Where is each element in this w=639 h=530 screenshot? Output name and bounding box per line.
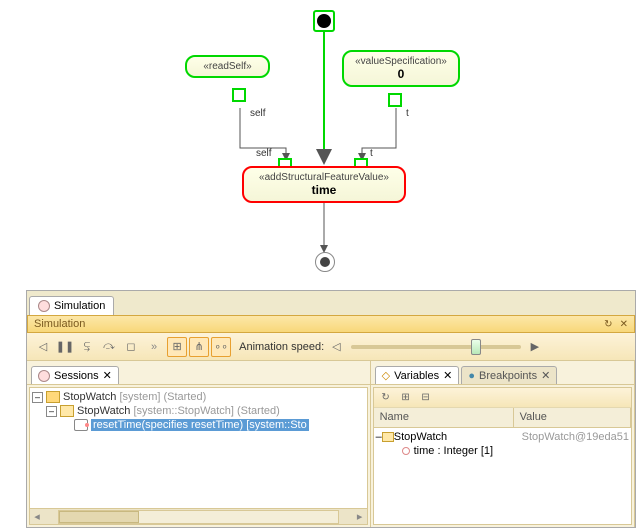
tree-row[interactable]: resetTime(specifies resetTime) [system::… [32,418,365,432]
node-name: StopWatch [77,405,130,417]
stereotype-label: «valueSpecification» [352,56,450,67]
step-over-button[interactable]: ⤼ [99,337,119,357]
anim-speed-label: Animation speed: [239,341,324,353]
sync-icon[interactable]: ↻ [604,319,612,330]
output-pin-self[interactable] [232,88,246,102]
sessions-tree[interactable]: – StopWatch [system] (Started) – StopWat… [30,388,367,508]
collapse-button[interactable]: ⊟ [418,390,434,406]
mode-a-button[interactable]: ⊞ [167,337,187,357]
tab-label: Breakpoints [479,370,537,382]
block-icon [382,432,394,442]
pin-label: t [406,108,409,119]
expand-button[interactable]: ⊞ [398,390,414,406]
node-name: StopWatch [63,391,116,403]
var-row[interactable]: – StopWatch StopWatch@19eda51 [376,430,629,444]
block-icon [60,405,74,417]
action-name: 0 [352,67,450,81]
tree-row[interactable]: – StopWatch [system::StopWatch] (Started… [32,404,365,418]
pin-label: self [256,148,272,159]
property-icon [402,447,410,455]
sessions-pane: Sessions ✕ – StopWatch [system] (Started… [27,361,371,527]
mode-b-button[interactable]: ⋔ [189,337,209,357]
simulation-toolbar: ◁ ❚❚ ⥹ ⤼ ◻ » ⊞ ⋔ ∘∘ Animation speed: ◁ ▶ [27,333,635,361]
action-valuespec[interactable]: «valueSpecification» 0 [342,50,460,87]
close-icon[interactable]: ✕ [103,369,112,382]
panel-body: Sessions ✕ – StopWatch [system] (Started… [27,361,635,527]
tree-row[interactable]: – StopWatch [system] (Started) [32,390,365,404]
output-pin-t[interactable] [388,93,402,107]
animation-speed-slider[interactable] [351,345,521,349]
refresh-button[interactable]: ↻ [378,390,394,406]
var-row[interactable]: time : Integer [1] [376,444,629,458]
tab-breakpoints[interactable]: ● Breakpoints ✕ [461,366,557,384]
tree-toggle[interactable]: – [32,392,43,403]
vars-body: – StopWatch StopWatch@19eda51 time : Int… [374,428,631,524]
stop-button[interactable]: ◻ [121,337,141,357]
node-suffix: [system::StopWatch] (Started) [133,405,279,417]
edges [0,0,639,290]
action-name: time [252,183,396,197]
stereotype-label: «addStructuralFeatureValue» [252,172,396,183]
step-into-button[interactable]: ⥹ [77,337,97,357]
pin-label: self [250,108,266,119]
tab-variables[interactable]: ◇ Variables ✕ [375,366,460,384]
activity-diagram: «readSelf» self «valueSpecification» 0 t… [0,0,639,290]
action-readself[interactable]: «readSelf» [185,55,270,78]
var-value: StopWatch@19eda51 [516,431,629,443]
simulation-panel: Simulation Simulation ↻ ✕ ◁ ❚❚ ⥹ ⤼ ◻ » ⊞… [26,290,636,528]
col-name[interactable]: Name [374,408,514,427]
variables-pane: ◇ Variables ✕ ● Breakpoints ✕ ↻ ⊞ ⊟ Name [371,361,635,527]
panel-header: Simulation ↻ ✕ [27,315,635,333]
action-addfeature[interactable]: «addStructuralFeatureValue» time [242,166,406,203]
close-icon[interactable]: ✕ [541,369,550,382]
vars-header: Name Value [374,408,631,428]
tab-sessions[interactable]: Sessions ✕ [31,366,119,384]
play-button[interactable]: ◁ [33,337,53,357]
var-name: time : Integer [1] [414,445,493,457]
gear-icon [38,370,50,382]
tab-simulation[interactable]: Simulation [29,296,114,315]
pause-button[interactable]: ❚❚ [55,337,75,357]
tab-label: Sessions [54,370,99,382]
var-name: StopWatch [394,431,447,443]
close-icon[interactable]: ✕ [443,369,452,382]
stereotype-label: «readSelf» [195,61,260,72]
tab-label: Simulation [54,300,105,312]
panel-tab-row: Simulation [27,291,635,315]
node-name: resetTime(specifies resetTime) [system::… [91,419,309,431]
folder-icon [46,391,60,403]
vars-toolbar: ↻ ⊞ ⊟ [374,388,631,408]
final-node[interactable] [315,252,335,272]
initial-node[interactable] [313,10,335,32]
col-value[interactable]: Value [514,408,631,427]
pin-label: t [370,148,373,159]
tab-label: Variables [394,370,439,382]
node-suffix: [system] (Started) [119,391,206,403]
gear-icon [38,300,50,312]
activity-icon [74,419,88,431]
tree-toggle[interactable]: – [46,406,57,417]
horizontal-scrollbar[interactable]: ◂▸ [30,508,367,524]
panel-title: Simulation [34,318,85,330]
mode-c-button[interactable]: ∘∘ [211,337,231,357]
close-icon[interactable]: ✕ [620,319,628,330]
